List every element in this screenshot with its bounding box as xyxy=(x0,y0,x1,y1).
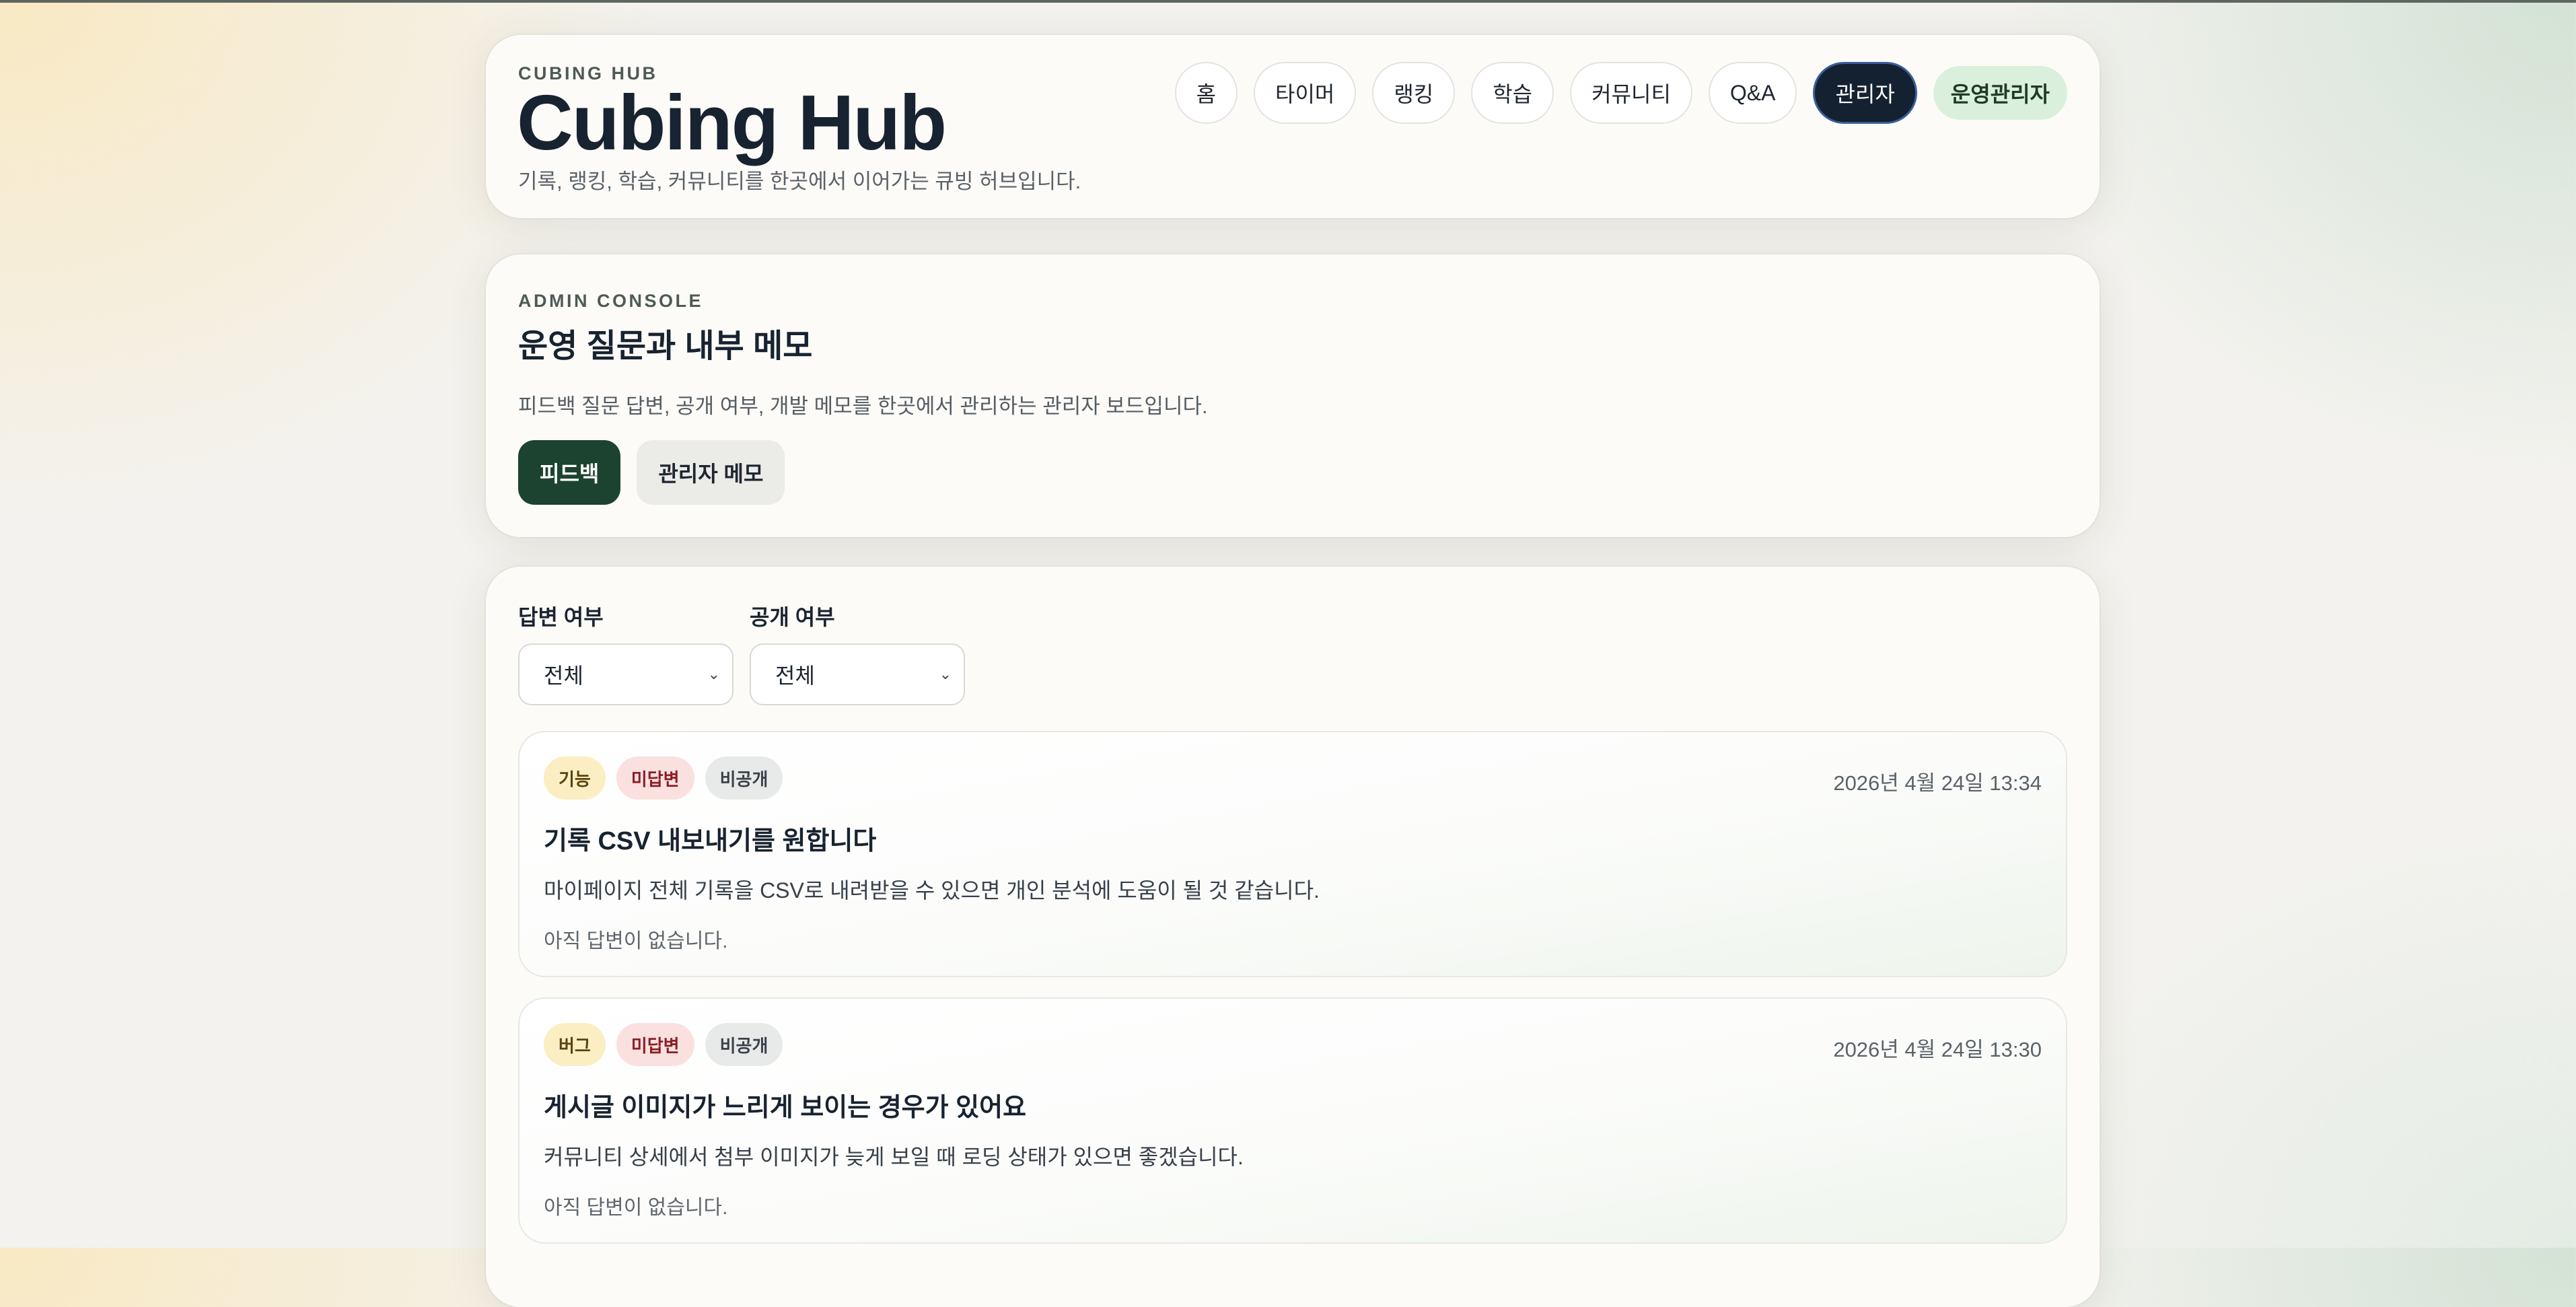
feedback-title: 게시글 이미지가 느리게 보이는 경우가 있어요 xyxy=(544,1094,1027,1122)
admin-title: 운영 질문과 내부 메모 xyxy=(518,328,813,364)
status-badge: 미답변 xyxy=(616,1023,694,1066)
visibility-badge: 비공개 xyxy=(705,1023,783,1066)
status-badge: 미답변 xyxy=(616,756,694,800)
visibility-filter-label: 공개 여부 xyxy=(750,605,835,629)
window-top-border xyxy=(0,0,2576,3)
feedback-body: 커뮤니티 상세에서 첨부 이미지가 늦게 보일 때 로딩 상태가 있으면 좋겠습… xyxy=(544,1145,1244,1169)
feedback-date: 2026년 4월 24일 13:30 xyxy=(1833,1038,2042,1061)
nav-qna[interactable]: Q&A xyxy=(1708,62,1797,124)
type-badge: 기능 xyxy=(544,756,606,800)
user-role-badge[interactable]: 운영관리자 xyxy=(1933,66,2067,120)
nav-learning[interactable]: 학습 xyxy=(1471,62,1554,124)
nav-community[interactable]: 커뮤니티 xyxy=(1570,62,1692,124)
admin-kicker: ADMIN CONSOLE xyxy=(518,291,703,311)
feedback-date: 2026년 4월 24일 13:34 xyxy=(1833,771,2042,795)
visibility-filter: 공개 여부 전체 ⌄ xyxy=(750,600,965,705)
brand-subtitle: 기록, 랭킹, 학습, 커뮤니티를 한곳에서 이어가는 큐빙 허브입니다. xyxy=(518,170,1081,193)
visibility-filter-value: 전체 xyxy=(775,664,815,688)
brand-title[interactable]: Cubing Hub xyxy=(517,81,947,164)
chevron-down-icon: ⌄ xyxy=(707,666,720,682)
admin-tabs: 피드백 관리자 메모 xyxy=(518,440,785,505)
feedback-item[interactable]: 버그 미답변 비공개 2026년 4월 24일 13:30 게시글 이미지가 느… xyxy=(518,997,2067,1244)
nav-admin[interactable]: 관리자 xyxy=(1813,62,1917,124)
answer-filter-label: 답변 여부 xyxy=(518,605,604,629)
chevron-down-icon: ⌄ xyxy=(939,666,952,682)
visibility-badge: 비공개 xyxy=(705,756,783,800)
admin-console-panel: ADMIN CONSOLE 운영 질문과 내부 메모 피드백 질문 답변, 공개… xyxy=(486,254,2100,537)
nav-home[interactable]: 홈 xyxy=(1174,62,1238,124)
feedback-item[interactable]: 기능 미답변 비공개 2026년 4월 24일 13:34 기록 CSV 내보내… xyxy=(518,731,2067,977)
type-badge: 버그 xyxy=(544,1023,606,1066)
visibility-filter-select[interactable]: 전체 ⌄ xyxy=(750,643,965,705)
feedback-answer: 아직 답변이 없습니다. xyxy=(544,1197,728,1219)
feedback-body: 마이페이지 전체 기록을 CSV로 내려받을 수 있으면 개인 분석에 도움이 … xyxy=(544,878,1320,903)
feedback-answer: 아직 답변이 없습니다. xyxy=(544,930,728,952)
answer-filter-value: 전체 xyxy=(544,664,583,688)
site-header: CUBING HUB Cubing Hub 기록, 랭킹, 학습, 커뮤니티를 … xyxy=(486,35,2100,218)
nav-ranking[interactable]: 랭킹 xyxy=(1372,62,1456,124)
nav-timer[interactable]: 타이머 xyxy=(1254,62,1357,124)
tab-feedback[interactable]: 피드백 xyxy=(518,440,621,505)
feedback-title: 기록 CSV 내보내기를 원합니다 xyxy=(544,827,877,855)
answer-filter: 답변 여부 전체 ⌄ xyxy=(518,600,734,705)
feedback-badges: 버그 미답변 비공개 xyxy=(544,1023,783,1066)
answer-filter-select[interactable]: 전체 ⌄ xyxy=(518,643,734,705)
tab-admin-memo[interactable]: 관리자 메모 xyxy=(637,440,785,505)
feedback-list-panel: 답변 여부 전체 ⌄ 공개 여부 전체 ⌄ 기능 미답변 비공개 2026년 4… xyxy=(486,567,2100,1307)
main-nav: 홈 타이머 랭킹 학습 커뮤니티 Q&A 관리자 운영관리자 xyxy=(1174,62,2067,124)
admin-description: 피드백 질문 답변, 공개 여부, 개발 메모를 한곳에서 관리하는 관리자 보… xyxy=(518,394,1208,418)
feedback-badges: 기능 미답변 비공개 xyxy=(544,756,783,800)
